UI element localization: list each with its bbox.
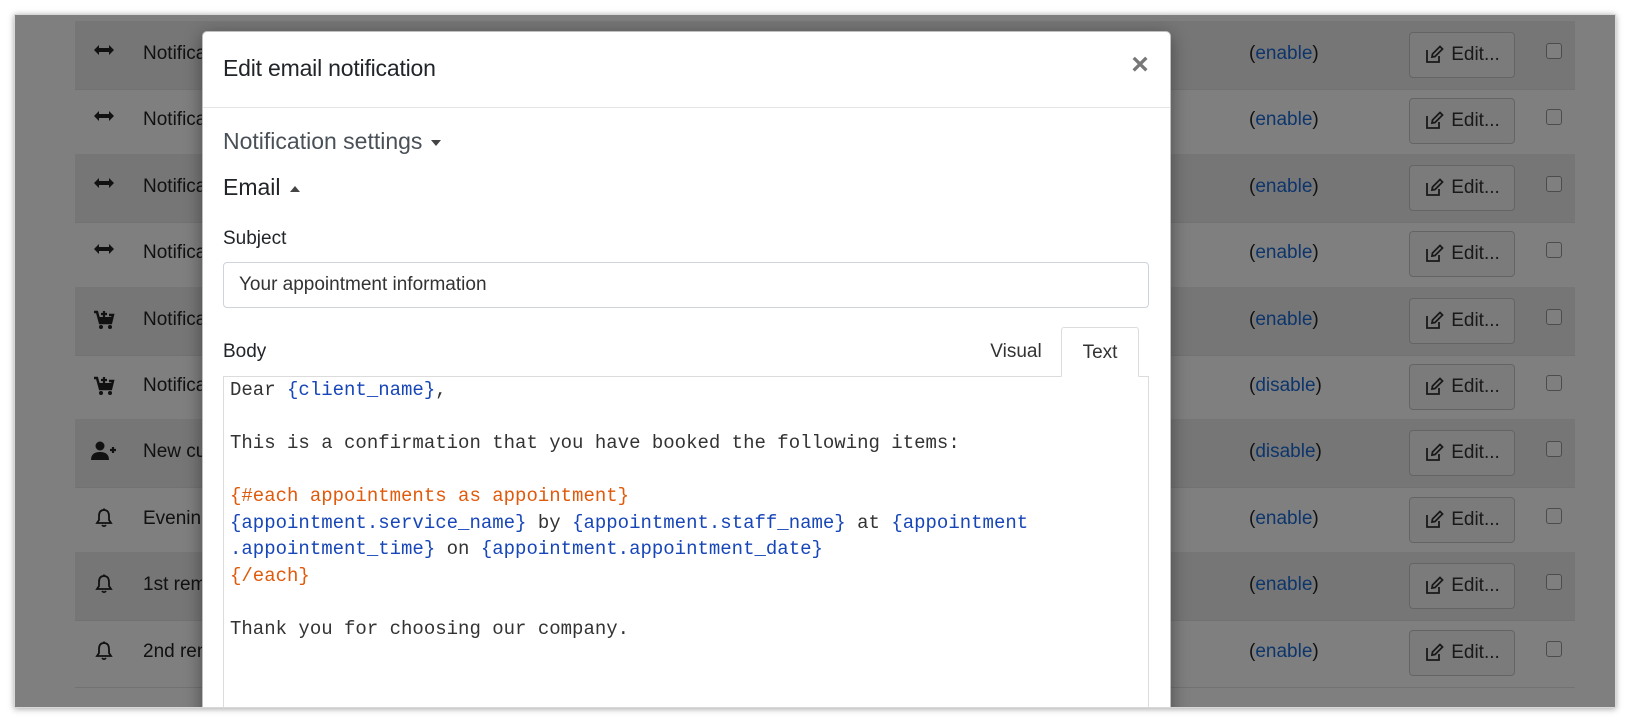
body-text: on <box>435 538 481 560</box>
caret-up-icon <box>289 185 300 192</box>
template-block: {/each} <box>230 564 310 587</box>
modal-header: Edit email notification × <box>203 32 1170 108</box>
body-line <box>230 457 1142 484</box>
close-icon[interactable]: × <box>1126 49 1154 81</box>
email-section-toggle[interactable]: Email <box>223 174 300 201</box>
template-variable: {appointment.service_name} <box>230 511 527 534</box>
body-line: Thank you for choosing our company. <box>230 616 1142 643</box>
body-text: , <box>435 379 447 401</box>
body-text: This is a confirmation that you have boo… <box>230 432 960 454</box>
body-line <box>230 404 1142 431</box>
body-text: Thank you for choosing our company. <box>230 617 630 640</box>
template-variable: {appointment.appointment_date} <box>480 538 823 560</box>
body-text: by <box>526 511 573 534</box>
app-frame: Notificat(enable)Edit...Notificat(enable… <box>14 14 1616 708</box>
template-block: {#each appointments as appointment} <box>230 485 630 507</box>
tab-visual[interactable]: Visual <box>973 327 1059 377</box>
template-variable: .appointment_time} <box>230 538 436 560</box>
caret-down-icon <box>431 139 442 146</box>
template-variable: {appointment.staff_name} <box>572 511 846 534</box>
body-line: .appointment_time} on {appointment.appoi… <box>230 536 1142 563</box>
template-variable: {client_name} <box>287 379 436 401</box>
body-line <box>230 589 1142 616</box>
tab-text[interactable]: Text <box>1061 327 1139 377</box>
notification-settings-toggle[interactable]: Notification settings <box>223 128 442 155</box>
template-variable: {appointment <box>891 511 1029 534</box>
body-line: {appointment.service_name} by {appointme… <box>230 510 1142 537</box>
modal-title: Edit email notification <box>223 55 436 81</box>
subject-label: Subject <box>223 228 287 249</box>
body-line: Dear {client_name}, <box>230 377 1142 404</box>
body-text-editor[interactable]: Dear {client_name}, This is a confirmati… <box>223 376 1149 707</box>
body-text: Dear <box>230 379 288 401</box>
body-line: {#each appointments as appointment} <box>230 483 1142 510</box>
body-text: at <box>845 511 892 534</box>
edit-email-notification-modal: Edit email notification × Notification s… <box>202 31 1171 707</box>
notification-settings-label: Notification settings <box>223 128 423 154</box>
body-line: This is a confirmation that you have boo… <box>230 430 1142 457</box>
body-line: {/each} <box>230 563 1142 590</box>
body-label: Body <box>223 341 267 362</box>
email-section-label: Email <box>223 174 281 200</box>
subject-input[interactable]: Your appointment information <box>223 262 1149 308</box>
